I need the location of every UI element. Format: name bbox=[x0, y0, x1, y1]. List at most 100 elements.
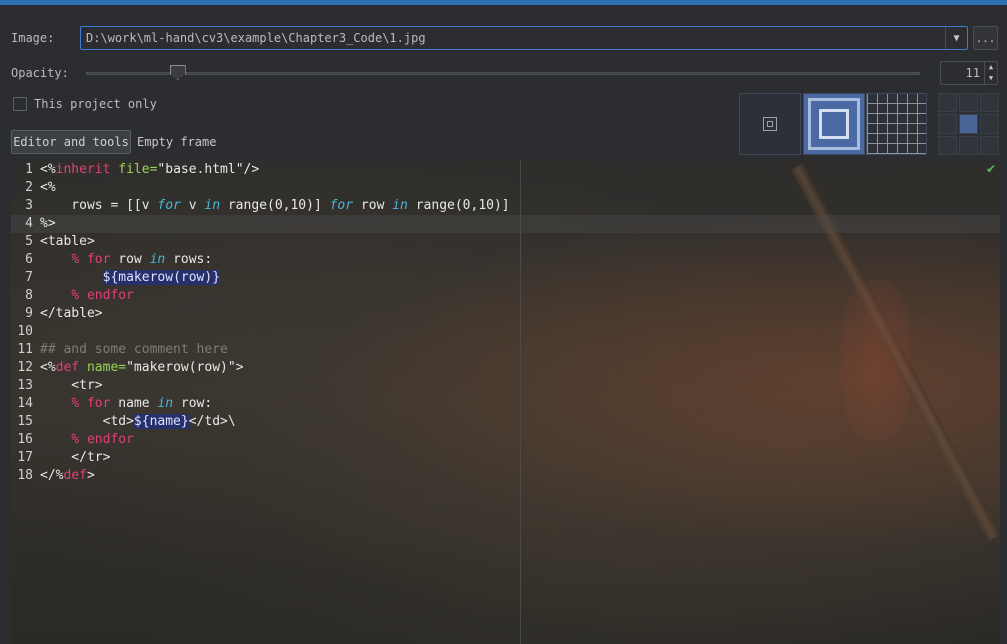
code-line[interactable]: 4 %> bbox=[11, 215, 510, 233]
code-token: def bbox=[63, 468, 87, 483]
image-path-input[interactable]: D:\work\ml-hand\cv3\example\Chapter3_Cod… bbox=[81, 31, 945, 45]
anchor-bottom-right[interactable] bbox=[980, 135, 999, 155]
code-token: rows: bbox=[165, 252, 213, 267]
project-only-label[interactable]: This project only bbox=[34, 97, 157, 111]
spinner-down-icon[interactable]: ▼ bbox=[985, 73, 997, 84]
chevron-down-icon[interactable]: ▼ bbox=[945, 27, 967, 49]
code-token: for bbox=[329, 198, 354, 213]
code-line[interactable]: 11 ## and some comment here bbox=[11, 341, 510, 359]
style-tiled-tile[interactable] bbox=[866, 93, 927, 155]
code-line[interactable]: 18 </%def> bbox=[11, 467, 510, 485]
code-token: range(0,10)] bbox=[220, 198, 330, 213]
center-square-icon bbox=[763, 117, 777, 131]
spinner-arrows[interactable]: ▲ ▼ bbox=[984, 62, 997, 84]
code-line[interactable]: 15 <td>${name}</td>\ bbox=[11, 413, 510, 431]
code-token: row bbox=[110, 252, 150, 267]
code-token: row bbox=[353, 198, 393, 213]
line-number: 12 bbox=[17, 360, 33, 375]
line-number: 1 bbox=[25, 162, 33, 177]
line-number: 6 bbox=[25, 252, 33, 267]
line-number: 14 bbox=[17, 396, 33, 411]
code-token: in bbox=[149, 252, 166, 267]
anchor-top-left[interactable] bbox=[938, 93, 957, 113]
code-line[interactable]: 13 <tr> bbox=[11, 377, 510, 395]
spinner-up-icon[interactable]: ▲ bbox=[985, 62, 997, 73]
window-top-accent bbox=[0, 0, 1007, 5]
anchor-left[interactable] bbox=[938, 114, 957, 134]
style-center-tile[interactable] bbox=[739, 93, 801, 155]
code-token: <td> bbox=[40, 414, 134, 429]
line-number: 15 bbox=[17, 414, 33, 429]
opacity-slider-thumb[interactable] bbox=[169, 65, 186, 80]
line-number: 9 bbox=[25, 306, 33, 321]
line-number: 3 bbox=[25, 198, 33, 213]
code-line[interactable]: 2 <% bbox=[11, 179, 510, 197]
code-token: % for bbox=[71, 396, 111, 411]
anchor-top-right[interactable] bbox=[980, 93, 999, 113]
anchor-bottom-left[interactable] bbox=[938, 135, 957, 155]
image-path-combobox[interactable]: D:\work\ml-hand\cv3\example\Chapter3_Cod… bbox=[80, 26, 968, 50]
anchor-center[interactable] bbox=[959, 114, 978, 134]
code-area[interactable]: 1 <%inherit file="base.html"/> 2 <% 3 rows =… bbox=[11, 161, 510, 485]
opacity-slider-track[interactable] bbox=[86, 72, 920, 75]
line-number: 5 bbox=[25, 234, 33, 249]
style-scaled-tile[interactable] bbox=[803, 93, 865, 155]
line-number: 2 bbox=[25, 180, 33, 195]
code-line[interactable]: 9 </table> bbox=[11, 305, 510, 323]
code-line[interactable]: 10 bbox=[11, 323, 510, 341]
code-token: in bbox=[392, 198, 408, 213]
code-token: file= bbox=[118, 162, 158, 177]
anchor-grid[interactable] bbox=[938, 93, 999, 155]
code-token: rows = [[v bbox=[40, 198, 158, 213]
code-line[interactable]: 6 % for row in rows: bbox=[11, 251, 510, 269]
code-line[interactable]: 8 % endfor bbox=[11, 287, 510, 305]
code-line[interactable]: 14 % for name in row: bbox=[11, 395, 510, 413]
tab-editor-and-tools[interactable]: Editor and tools bbox=[11, 130, 131, 154]
code-token: <% bbox=[40, 360, 56, 375]
project-only-checkbox[interactable] bbox=[13, 97, 27, 111]
check-icon: ✔ bbox=[986, 162, 997, 176]
code-token: </% bbox=[40, 468, 64, 483]
line-number: 7 bbox=[25, 270, 33, 285]
code-token: ## and some comment here bbox=[40, 342, 228, 357]
code-line[interactable]: 3 rows = [[v for v in range(0,10)] for r… bbox=[11, 197, 509, 215]
code-token: <tr> bbox=[40, 378, 103, 393]
code-line[interactable]: 5 <table> bbox=[11, 233, 510, 251]
code-line[interactable]: 7 ${makerow(row)} bbox=[11, 269, 510, 287]
code-token: % endfor bbox=[71, 432, 134, 447]
line-number: 13 bbox=[17, 378, 33, 393]
code-token: </table> bbox=[40, 306, 103, 321]
anchor-right[interactable] bbox=[980, 114, 999, 134]
opacity-spinner[interactable]: 11 ▲ ▼ bbox=[940, 61, 998, 85]
code-token: /> bbox=[243, 162, 260, 177]
browse-button[interactable]: ... bbox=[973, 26, 998, 50]
code-token: "makerow(row)" bbox=[126, 360, 236, 375]
code-token: <table> bbox=[40, 234, 95, 249]
code-token: > bbox=[235, 360, 244, 375]
code-token: </td>\ bbox=[188, 414, 236, 429]
code-token: name bbox=[110, 396, 158, 411]
code-token: % for bbox=[71, 252, 111, 267]
code-token: <% bbox=[40, 180, 56, 195]
opacity-value[interactable]: 11 bbox=[941, 62, 984, 84]
code-token: "base.html" bbox=[157, 162, 244, 177]
code-token: for bbox=[157, 198, 181, 213]
code-line[interactable]: 1 <%inherit file="base.html"/> bbox=[11, 161, 510, 179]
code-token: name= bbox=[86, 360, 127, 375]
code-token: > bbox=[86, 468, 95, 483]
code-line[interactable]: 17 </tr> bbox=[11, 449, 510, 467]
tab-empty-frame[interactable]: Empty frame bbox=[137, 130, 216, 154]
editor-preview[interactable]: ✔ 1 <%inherit file="base.html"/> 2 <% 3 rows… bbox=[11, 160, 1000, 644]
code-token: <% bbox=[40, 162, 56, 177]
code-line[interactable]: 12 <%def name="makerow(row)"> bbox=[11, 359, 510, 377]
code-token: %> bbox=[40, 216, 56, 231]
anchor-bottom[interactable] bbox=[959, 135, 978, 155]
code-line[interactable]: 16 % endfor bbox=[11, 431, 510, 449]
anchor-top[interactable] bbox=[959, 93, 978, 113]
code-token: ${name} bbox=[133, 414, 189, 429]
